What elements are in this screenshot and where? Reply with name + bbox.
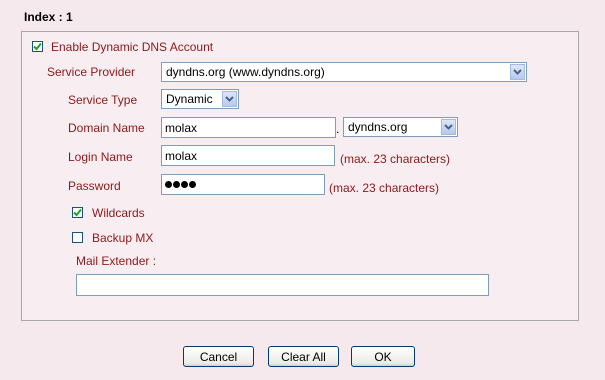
service-provider-value: dyndns.org (www.dyndns.org) <box>166 65 325 79</box>
mail-extender-label: Mail Extender : <box>76 254 157 268</box>
service-type-value: Dynamic <box>166 92 213 106</box>
service-provider-label: Service Provider <box>47 65 136 79</box>
wildcards-checkbox[interactable] <box>72 207 83 218</box>
service-type-label: Service Type <box>68 93 138 107</box>
enable-ddns-label: Enable Dynamic DNS Account <box>51 40 214 54</box>
domain-name-input[interactable]: molax <box>161 117 336 138</box>
domain-name-label: Domain Name <box>68 121 145 135</box>
backup-mx-checkbox[interactable] <box>72 232 83 243</box>
password-input[interactable] <box>161 174 325 195</box>
login-name-value: molax <box>165 148 198 163</box>
checkmark-icon <box>33 42 42 51</box>
domain-separator: . <box>336 122 340 136</box>
wildcards-label: Wildcards <box>92 206 145 220</box>
domain-suffix-value: dyndns.org <box>348 120 408 134</box>
checkmark-icon <box>73 208 82 217</box>
password-label: Password <box>68 179 121 193</box>
domain-name-value: molax <box>165 120 198 135</box>
backup-mx-label: Backup MX <box>92 231 154 245</box>
login-name-label: Login Name <box>68 150 133 164</box>
service-type-select[interactable]: Dynamic <box>161 89 239 109</box>
chevron-down-icon[interactable] <box>441 119 456 135</box>
service-provider-select[interactable]: dyndns.org (www.dyndns.org) <box>161 62 527 82</box>
password-hint: (max. 23 characters) <box>329 181 440 195</box>
mail-extender-input[interactable] <box>76 274 489 296</box>
cancel-button[interactable]: Cancel <box>183 346 254 367</box>
enable-ddns-checkbox[interactable] <box>32 41 43 52</box>
chevron-down-icon[interactable] <box>510 64 525 80</box>
password-mask <box>165 181 196 188</box>
login-name-input[interactable]: molax <box>161 145 335 166</box>
clear-all-button[interactable]: Clear All <box>268 346 339 367</box>
domain-suffix-select[interactable]: dyndns.org <box>343 117 458 137</box>
login-name-hint: (max. 23 characters) <box>340 152 451 166</box>
page-title: Index : 1 <box>24 10 73 24</box>
chevron-down-icon[interactable] <box>222 91 237 107</box>
ok-button[interactable]: OK <box>351 346 415 367</box>
